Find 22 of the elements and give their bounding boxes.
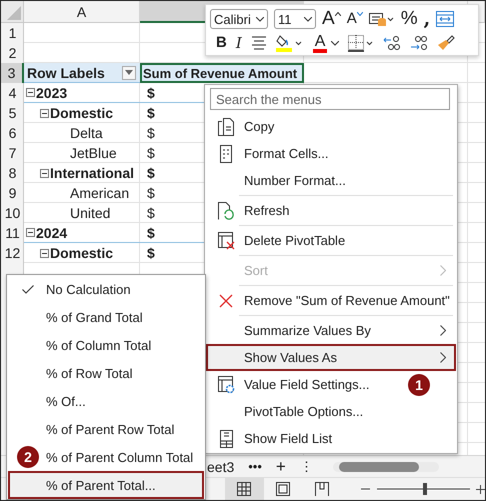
table-cell: $ [147,125,155,141]
table-cell: $ [147,245,155,261]
row-label: Delta [70,125,103,141]
table-cell: $ [147,185,155,201]
row-label: 2024 [36,224,68,240]
table-header: Row Labels [27,64,105,80]
table-cell: $ [147,145,155,161]
table-cell: $ [147,205,155,221]
row-label: International [50,165,134,181]
row-label: American [70,185,130,201]
table-cell: $ [147,165,155,181]
table-header: Sum of Revenue Amount [143,66,298,80]
row-label: United [70,205,110,221]
row-label: Domestic [50,105,114,121]
step-badge: 2 [17,446,39,468]
row-label: JetBlue [70,145,117,161]
table-cell: $ [147,224,155,240]
step-badge: 1 [408,374,430,396]
table-cell: $ [147,105,155,121]
row-label: 2023 [36,84,68,100]
row-label: Domestic [50,245,114,261]
table-cell: $ [147,84,155,100]
